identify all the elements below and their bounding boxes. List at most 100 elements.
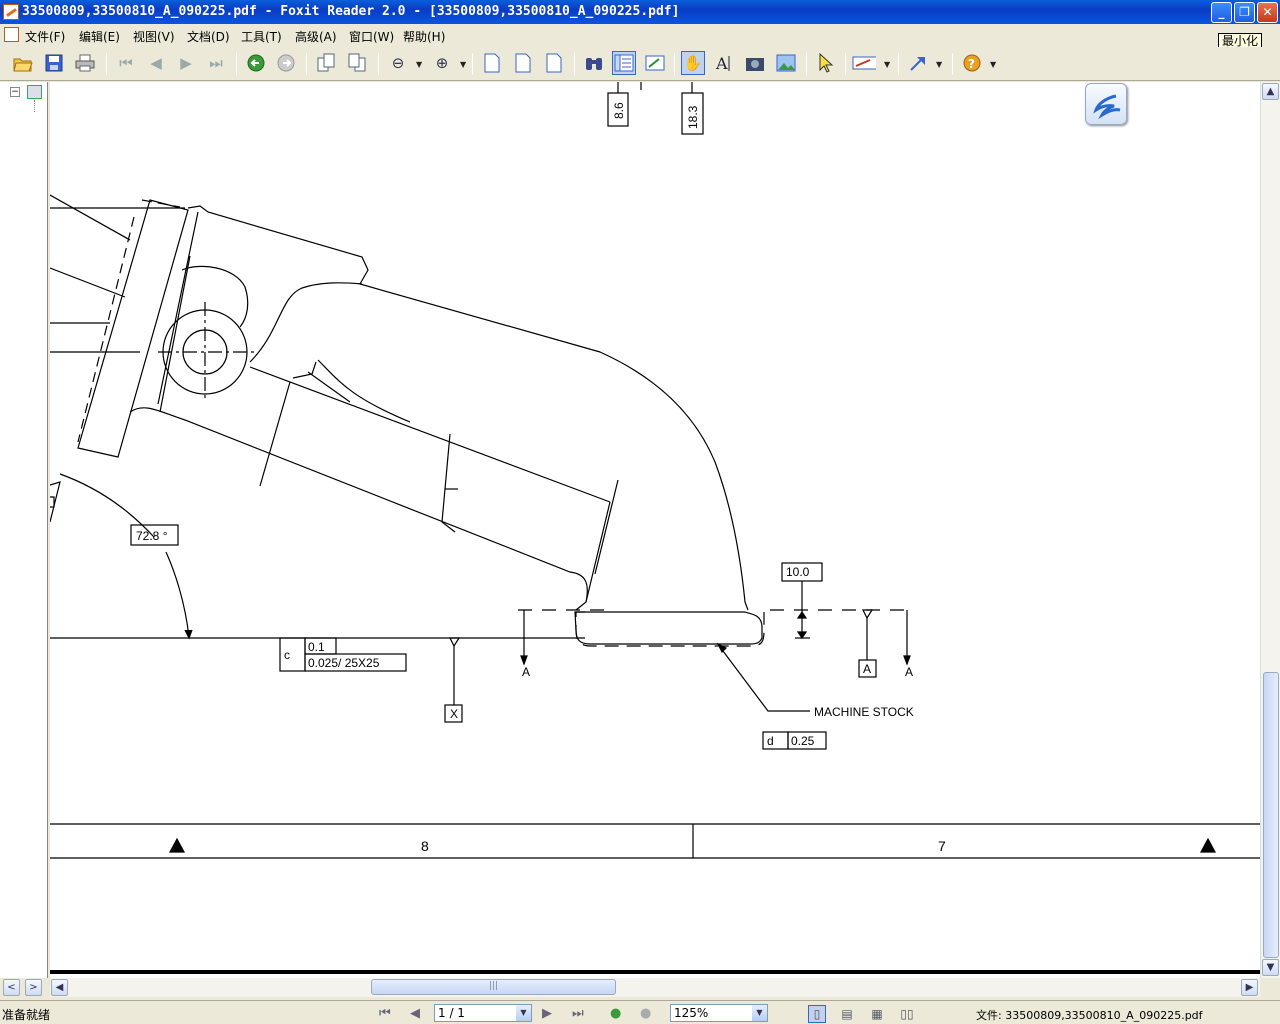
open-icon[interactable]	[11, 51, 35, 75]
bookmarks-pane-scrollbar[interactable]: < >	[0, 978, 49, 997]
select-arrow-icon[interactable]	[814, 51, 838, 75]
next-page-icon[interactable]: ▶	[174, 51, 198, 75]
scroll-right-icon[interactable]: ▶	[1241, 979, 1258, 996]
menu-help[interactable]: 帮助(H)	[403, 28, 445, 45]
vertical-scroll-thumb[interactable]	[1263, 672, 1279, 958]
menu-file[interactable]: 文件(F)	[25, 28, 65, 45]
file-name-label: 文件: 33500809,33500810_A_090225.pdf	[976, 1009, 1203, 1022]
print-icon[interactable]	[73, 51, 97, 75]
single-page-icon[interactable]: ▯	[808, 1005, 826, 1023]
continuous-facing-icon[interactable]: ▯▯	[898, 1005, 916, 1023]
page-number-input[interactable]: 1 / 1 ▼	[434, 1004, 532, 1022]
go-back-icon[interactable]: ●	[610, 1006, 621, 1021]
fcf-c-value1: 0.1	[308, 640, 325, 654]
last-page-icon[interactable]: ⏭	[572, 1006, 584, 1021]
zoom-in-icon[interactable]: ⊕	[430, 51, 454, 75]
continuous-icon[interactable]: ▤	[838, 1005, 856, 1023]
menu-bar: 文件(F) 编辑(E) 视图(V) 文档(D) 工具(T) 高级(A) 窗口(W…	[0, 24, 1280, 66]
ink-sign-icon[interactable]	[643, 51, 667, 75]
fcf-c-value2: 0.025/ 25X25	[308, 656, 380, 670]
hand-tool-icon[interactable]: ✋	[681, 51, 705, 75]
help-dropdown-icon[interactable]: ▼	[990, 60, 996, 69]
prev-page-icon[interactable]: ◀	[410, 1006, 420, 1021]
next-page-icon[interactable]: ▶	[542, 1006, 552, 1021]
typewriter-dropdown-icon[interactable]: ▼	[884, 60, 890, 69]
rotate-right-icon[interactable]	[345, 51, 369, 75]
bookmark-book-icon[interactable]	[27, 85, 42, 99]
first-page-icon[interactable]: ⏮	[114, 51, 138, 75]
annotation-dropdown-icon[interactable]: ▼	[936, 60, 942, 69]
save-icon[interactable]	[42, 51, 66, 75]
close-button[interactable]: ✕	[1257, 2, 1278, 23]
minimize-button[interactable]: _	[1211, 2, 1232, 23]
zoom-level-value: 125%	[674, 1006, 709, 1020]
zoom-dropdown-icon[interactable]: ▼	[752, 1005, 767, 1021]
floating-back-button[interactable]	[1085, 83, 1127, 125]
menu-window[interactable]: 窗口(W)	[349, 28, 394, 45]
foxit-reader-window: 33500809,33500810_A_090225.pdf - Foxit R…	[0, 0, 1280, 1024]
zoom-level-input[interactable]: 125% ▼	[670, 1004, 768, 1022]
menu-view[interactable]: 视图(V)	[133, 28, 175, 45]
horizontal-scroll-thumb[interactable]: |||	[371, 979, 616, 995]
svg-text:?: ?	[968, 57, 975, 71]
last-page-icon[interactable]: ⏭	[204, 51, 228, 75]
zoom-out-icon[interactable]: ⊖	[386, 51, 410, 75]
bookmarks-pane: −	[0, 82, 48, 978]
datum-x-label: X	[450, 707, 459, 721]
help-icon[interactable]: ?	[960, 51, 984, 75]
scroll-up-icon[interactable]: ▲	[1262, 83, 1279, 100]
scroll-right-icon[interactable]: >	[25, 979, 42, 996]
typewriter-icon[interactable]	[852, 51, 876, 75]
snapshot-icon[interactable]	[743, 51, 767, 75]
text-select-icon[interactable]: A	[712, 51, 736, 75]
actual-size-icon[interactable]	[480, 51, 504, 75]
fit-page-icon[interactable]	[511, 51, 535, 75]
dimension-18-3: 18.3	[686, 105, 700, 129]
first-page-icon[interactable]: ⏮	[379, 1006, 391, 1021]
window-title: 33500809,33500810_A_090225.pdf - Foxit R…	[22, 4, 680, 19]
fit-width-icon[interactable]	[542, 51, 566, 75]
bookmarks-toggle-icon[interactable]	[612, 51, 636, 75]
restore-button[interactable]: ❐	[1234, 2, 1255, 23]
tree-collapse-icon[interactable]: −	[10, 87, 20, 97]
go-forward-icon[interactable]	[274, 51, 298, 75]
vertical-scrollbar[interactable]: ▲ ▼	[1260, 82, 1280, 978]
machine-stock-label: MACHINE STOCK	[814, 705, 914, 719]
facing-icon[interactable]: ▦	[868, 1005, 886, 1023]
page-number-value: 1 / 1	[438, 1006, 465, 1020]
dimension-10-0: 10.0	[786, 565, 810, 579]
document-view[interactable]: 8.6 18.3 72.8 ° 10.0 c 0.1 0.025/ 25X25 …	[50, 82, 1260, 978]
fcf-d-value: 0.25	[791, 734, 815, 748]
dimension-8-6: 8.6	[612, 102, 626, 119]
datum-a-label: A	[863, 662, 872, 676]
annotation-icon[interactable]	[906, 51, 930, 75]
svg-text:A: A	[715, 54, 728, 73]
technical-drawing	[50, 82, 1260, 859]
menu-document[interactable]: 文档(D)	[187, 28, 230, 45]
menu-edit[interactable]: 编辑(E)	[79, 28, 120, 45]
rotate-left-icon[interactable]	[314, 51, 338, 75]
zoom-in-dropdown-icon[interactable]: ▼	[460, 60, 466, 69]
status-bar: 准备就绪 ⏮ ◀ 1 / 1 ▼ ▶ ⏭ ● ● 125% ▼ ▯ ▤ ▦ ▯▯…	[0, 1000, 1280, 1024]
menu-advanced[interactable]: 高级(A)	[295, 28, 337, 45]
section-a-right-label: A	[905, 665, 914, 679]
go-back-icon[interactable]	[244, 51, 268, 75]
image-select-icon[interactable]	[774, 51, 798, 75]
horizontal-scrollbar[interactable]: ◀ ||| ▶	[50, 978, 1260, 997]
scroll-left-icon[interactable]: ◀	[51, 979, 68, 996]
section-a-left-label: A	[522, 665, 531, 679]
zoom-out-dropdown-icon[interactable]: ▼	[416, 60, 422, 69]
scroll-down-icon[interactable]: ▼	[1262, 959, 1279, 976]
zone-label-8: 8	[421, 838, 429, 854]
document-icon[interactable]	[4, 27, 19, 42]
prev-page-icon[interactable]: ◀	[144, 51, 168, 75]
fcf-d-symbol: d	[767, 734, 774, 748]
menu-tools[interactable]: 工具(T)	[241, 28, 282, 45]
scroll-left-icon[interactable]: <	[3, 979, 20, 996]
find-icon[interactable]	[582, 51, 606, 75]
tree-line	[34, 100, 35, 112]
page-dropdown-icon[interactable]: ▼	[516, 1005, 531, 1021]
fcf-c-symbol: c	[284, 648, 290, 662]
scroll-corner	[1260, 978, 1280, 997]
go-forward-icon[interactable]: ●	[640, 1006, 651, 1021]
